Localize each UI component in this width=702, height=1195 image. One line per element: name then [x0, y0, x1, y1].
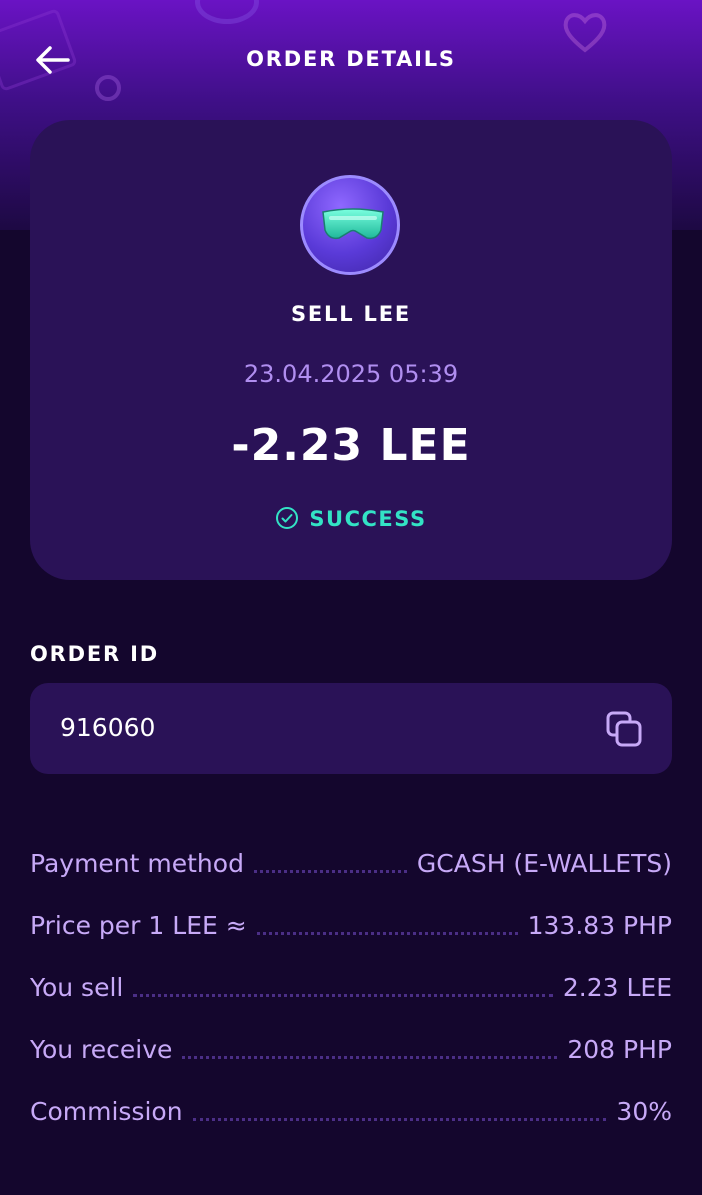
- order-id-label: ORDER ID: [30, 642, 159, 666]
- detail-label: Commission: [30, 1097, 183, 1126]
- detail-label: Payment method: [30, 849, 244, 878]
- detail-row-payment-method: Payment method GCASH (E-WALLETS): [30, 835, 672, 897]
- detail-label: You receive: [30, 1035, 173, 1064]
- operation-label: SELL LEE: [290, 302, 411, 326]
- order-id-value: 916060: [60, 713, 156, 742]
- page-title: ORDER DETAILS: [246, 47, 456, 71]
- dotted-leader: [253, 835, 407, 873]
- detail-value: 133.83 PHP: [527, 911, 672, 940]
- detail-label: You sell: [30, 973, 124, 1002]
- detail-row-you-sell: You sell 2.23 LEE: [30, 959, 672, 1021]
- order-amount: -2.23 LEE: [231, 420, 471, 471]
- dotted-leader: [256, 897, 518, 935]
- detail-value: 208 PHP: [567, 1035, 672, 1064]
- token-avatar: [300, 175, 400, 275]
- detail-value: 2.23 LEE: [562, 973, 672, 1002]
- copy-icon: [606, 711, 642, 747]
- status-badge: SUCCESS: [30, 506, 672, 531]
- goggles-icon: [322, 208, 384, 240]
- order-id-field: 916060: [30, 683, 672, 774]
- decorative-circle-shape: [195, 0, 259, 24]
- dotted-leader: [192, 1083, 607, 1121]
- dotted-leader: [133, 959, 553, 997]
- detail-value: 30%: [616, 1097, 672, 1126]
- order-summary-card: SELL LEE 23.04.2025 05:39 -2.23 LEE SUCC…: [30, 120, 672, 580]
- dotted-leader: [182, 1021, 558, 1059]
- detail-row-commission: Commission 30%: [30, 1083, 672, 1145]
- check-circle-icon: [276, 507, 299, 529]
- top-bar: ORDER DETAILS: [0, 30, 702, 90]
- detail-label: Price per 1 LEE ≈: [30, 911, 247, 940]
- order-datetime: 23.04.2025 05:39: [243, 360, 459, 388]
- detail-row-you-receive: You receive 208 PHP: [30, 1021, 672, 1083]
- copy-order-id-button[interactable]: [604, 709, 644, 749]
- detail-value: GCASH (E-WALLETS): [416, 849, 672, 878]
- status-text: SUCCESS: [309, 507, 427, 531]
- order-details-list: Payment method GCASH (E-WALLETS) Price p…: [30, 835, 672, 1145]
- detail-row-price: Price per 1 LEE ≈ 133.83 PHP: [30, 897, 672, 959]
